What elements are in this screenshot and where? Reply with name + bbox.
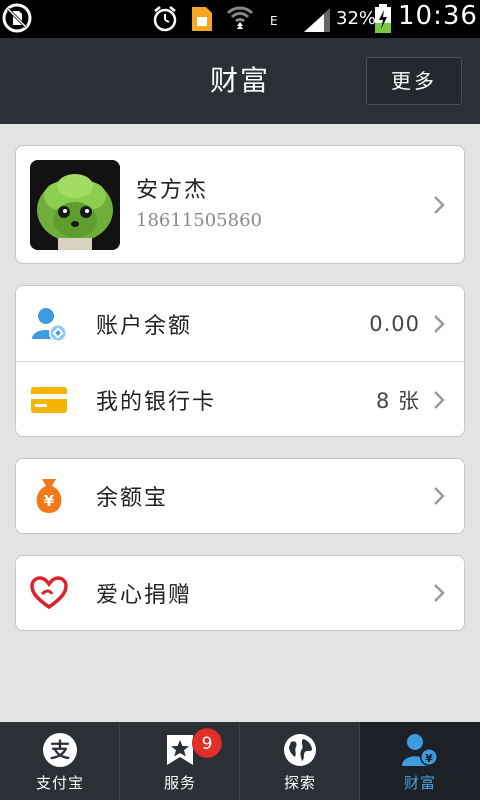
no-sim-icon xyxy=(2,3,32,37)
chevron-right-icon xyxy=(428,194,450,216)
signal-icon xyxy=(302,6,332,38)
sim-card-icon xyxy=(190,5,214,37)
top-header: 财富 更多 xyxy=(0,38,480,124)
svg-text:支: 支 xyxy=(50,738,71,762)
donate-row[interactable]: 爱心捐赠 xyxy=(16,556,464,630)
nav-item-wealth[interactable]: ¥ 财富 xyxy=(360,722,480,800)
balance-row[interactable]: 账户余额 0.00 xyxy=(16,286,464,361)
svg-text:¥: ¥ xyxy=(425,752,433,765)
nav-label: 财富 xyxy=(403,774,436,792)
user-phone: 18611505860 xyxy=(136,210,262,231)
bank-card-row[interactable]: 我的银行卡 8 张 xyxy=(16,362,464,437)
svg-text:¥: ¥ xyxy=(44,492,55,510)
yeb-card: ¥ 余额宝 xyxy=(15,458,465,534)
chevron-right-icon xyxy=(428,582,450,604)
nav-label: 探索 xyxy=(283,774,316,792)
battery-charging-icon xyxy=(374,4,392,38)
nav-item-alipay[interactable]: 支 支付宝 xyxy=(0,722,120,800)
battery-percent: 32% xyxy=(336,8,377,29)
heart-icon xyxy=(30,574,68,612)
chevron-right-icon xyxy=(428,313,450,335)
notification-badge: 9 xyxy=(192,728,222,758)
chevron-right-icon xyxy=(428,389,450,411)
bank-card-label: 我的银行卡 xyxy=(96,389,217,415)
bank-card-icon xyxy=(30,381,68,419)
account-card: 账户余额 0.00 我的银行卡 8 张 xyxy=(15,285,465,437)
profile-card[interactable]: 安方杰 18611505860 xyxy=(15,145,465,264)
status-bar: E 32% 10:36 xyxy=(0,0,480,38)
wealth-user-icon: ¥ xyxy=(400,732,440,768)
bottom-nav: 支 支付宝 9 服务 探索 ¥ 财富 xyxy=(0,722,480,800)
avatar xyxy=(30,160,120,250)
nav-item-explore[interactable]: 探索 xyxy=(240,722,360,800)
clock: 10:36 xyxy=(398,1,478,31)
nav-item-services[interactable]: 9 服务 xyxy=(120,722,240,800)
nav-label: 支付宝 xyxy=(35,774,84,792)
donate-label: 爱心捐赠 xyxy=(96,583,193,608)
nav-label: 服务 xyxy=(163,774,196,792)
balance-value: 0.00 xyxy=(369,311,420,336)
user-name: 安方杰 xyxy=(136,178,209,203)
account-balance-icon xyxy=(30,305,68,343)
money-bag-icon: ¥ xyxy=(30,477,68,515)
chevron-right-icon xyxy=(428,485,450,507)
network-type: E xyxy=(270,14,278,28)
donate-card: 爱心捐赠 xyxy=(15,555,465,631)
alarm-icon xyxy=(152,5,178,37)
wifi-icon xyxy=(226,3,254,35)
yeb-label: 余额宝 xyxy=(96,486,169,511)
alipay-icon: 支 xyxy=(40,732,80,768)
globe-icon xyxy=(280,732,320,768)
yeb-row[interactable]: ¥ 余额宝 xyxy=(16,459,464,533)
balance-label: 账户余额 xyxy=(96,313,193,339)
bank-card-count: 8 张 xyxy=(375,388,420,413)
more-button[interactable]: 更多 xyxy=(366,57,462,105)
